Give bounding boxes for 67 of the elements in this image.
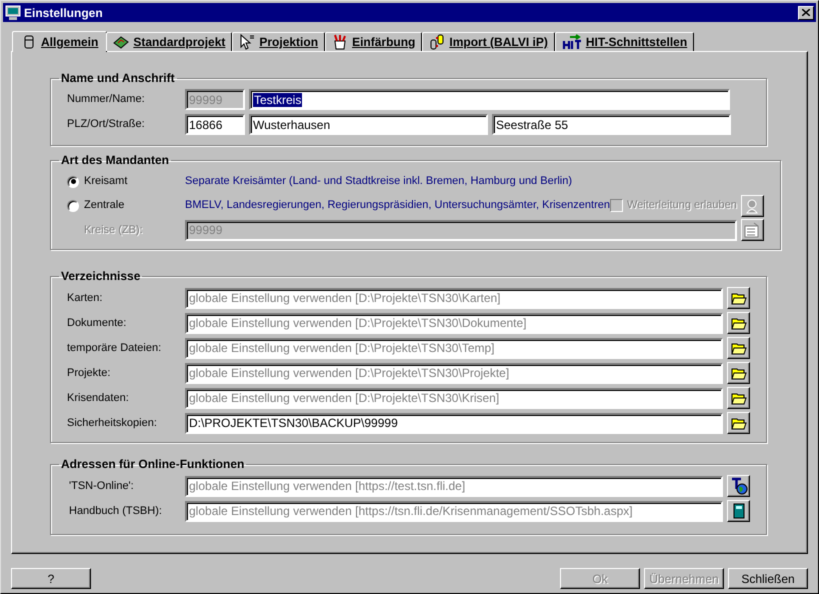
- radio-button[interactable]: [67, 176, 79, 188]
- folder-icon: [730, 366, 746, 380]
- tab[interactable]: Projektion: [232, 32, 326, 51]
- field-label: Karten:: [67, 290, 104, 306]
- field-label: Kreise (ZB):: [83, 222, 144, 238]
- tab[interactable]: Allgemein: [12, 31, 108, 52]
- field-label: 'TSN-Online':: [68, 478, 135, 494]
- group-title: Art des Mandanten: [60, 152, 170, 169]
- map-icon: [113, 34, 130, 50]
- input-field[interactable]: Wusterhausen: [249, 114, 488, 135]
- option-description: BMELV, Landesregierungen, Regierungspräsidien, Untersuchungsämter, Krisenzentren: [185, 198, 610, 214]
- browse-button[interactable]: [727, 475, 750, 497]
- input-field[interactable]: globale Einstellung verwenden [D:\Projekte\TSN30\Dokumente]: [185, 312, 723, 334]
- input-field[interactable]: Seestraße 55: [492, 114, 731, 135]
- dialog-button[interactable]: ?: [11, 568, 91, 589]
- tab[interactable]: Import (BALVI iP): [422, 32, 555, 51]
- field-label: Projekte:: [67, 366, 112, 381]
- browse-button[interactable]: [727, 500, 750, 522]
- input-field[interactable]: globale Einstellung verwenden [D:\Projekte\TSN30\Krisen]: [185, 388, 723, 408]
- field-label: Dokumente:: [67, 316, 128, 331]
- input-field[interactable]: globale Einstellung verwenden [https://tsn.fli.de/Krisenmanagement/SSOTsbh.aspx]: [185, 500, 723, 522]
- folder-icon: [730, 341, 746, 355]
- browse-button[interactable]: [727, 287, 750, 309]
- input-field[interactable]: globale Einstellung verwenden [D:\Projekte\TSN30\Projekte]: [185, 362, 723, 384]
- person-icon: [744, 198, 760, 214]
- browse-button[interactable]: [727, 312, 750, 334]
- browse-button[interactable]: [727, 387, 750, 409]
- field-label: Nummer/Name:: [67, 92, 146, 108]
- tab[interactable]: Einfärbung: [325, 32, 422, 51]
- radio-label: Kreisamt: [84, 174, 128, 190]
- field-label: Handbuch (TSBH):: [68, 504, 163, 519]
- input-field[interactable]: globale Einstellung verwenden [D:\Projekte\TSN30\Temp]: [185, 338, 723, 358]
- folder-icon: [730, 316, 746, 330]
- window-title: Einstellungen: [24, 4, 104, 22]
- tab[interactable]: HIT-Schnittstellen: [554, 32, 694, 51]
- group-title: Name und Anschrift: [60, 70, 176, 87]
- close-button[interactable]: [798, 6, 814, 20]
- tab[interactable]: Standardprojekt: [106, 32, 232, 51]
- input-field[interactable]: globale Einstellung verwenden [https://test.tsn.fli.de]: [185, 476, 723, 496]
- book-icon: [732, 503, 746, 519]
- field-label: PLZ/Ort/Straße:: [67, 117, 146, 132]
- field-label: temporäre Dateien:: [67, 340, 162, 356]
- close-icon: [802, 9, 810, 16]
- browse-button[interactable]: [727, 412, 750, 434]
- dialog-button[interactable]: Schließen: [728, 568, 808, 589]
- input-field[interactable]: D:\PROJEKTE\TSN30\BACKUP\99999: [185, 412, 723, 434]
- group-title: Adressen für Online-Funktionen: [60, 456, 246, 473]
- input-field[interactable]: 16866: [185, 114, 245, 135]
- import-icon: [429, 34, 446, 50]
- field-label: Sicherheitskopien:: [67, 416, 158, 431]
- hit-logo-icon: [562, 34, 582, 50]
- input-field[interactable]: Testkreis: [249, 89, 730, 110]
- radio-label: Zentrale: [84, 198, 124, 214]
- list-icon: [744, 222, 760, 238]
- folder-icon: [730, 291, 746, 305]
- folder-icon: [730, 416, 746, 430]
- browse-button[interactable]: [740, 219, 764, 241]
- browse-button[interactable]: [727, 362, 750, 384]
- globe-icon: [730, 477, 748, 495]
- group-title: Verzeichnisse: [60, 268, 142, 285]
- field-label: Krisendaten:: [67, 390, 130, 406]
- input-field[interactable]: globale Einstellung verwenden [D:\Projekte\TSN30\Karten]: [185, 288, 723, 308]
- monitor-icon: [5, 4, 21, 20]
- folder-icon: [730, 391, 746, 405]
- option-description: Separate Kreisämter (Land- und Stadtkreise inkl. Bremen, Hamburg und Berlin): [185, 174, 572, 190]
- browse-button[interactable]: [727, 337, 750, 359]
- radio-button[interactable]: [67, 200, 79, 212]
